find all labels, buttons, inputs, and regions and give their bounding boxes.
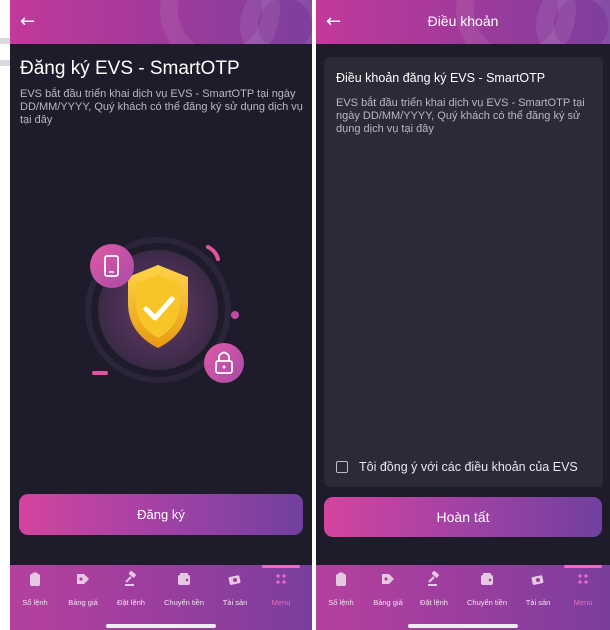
tab-label: Menu xyxy=(271,598,291,607)
tab-label: Sổ lệnh xyxy=(328,598,354,607)
tab-tai-san[interactable]: Tài sản xyxy=(516,565,560,630)
grid-icon xyxy=(276,574,286,584)
tag-icon xyxy=(77,574,89,584)
grid-icon xyxy=(578,574,588,584)
tab-label: Chuyển tiền xyxy=(163,598,205,607)
tab-dat-lenh[interactable]: Đặt lệnh xyxy=(410,565,458,630)
bottom-tab-bar: Sổ lệnh Bảng giá Đặt lệnh Chuyển tiền Tà… xyxy=(316,565,610,630)
active-tab-indicator xyxy=(564,565,602,568)
clipboard-icon xyxy=(336,572,346,586)
back-arrow-icon[interactable]: ← xyxy=(20,11,42,33)
wallet-icon xyxy=(178,573,190,585)
header-title: Điều khoản xyxy=(427,13,499,29)
tab-menu[interactable]: Menu xyxy=(258,565,304,630)
register-button[interactable]: Đăng ký xyxy=(19,494,303,535)
page-title: Đăng ký EVS - SmartOTP xyxy=(20,58,240,79)
active-tab-indicator xyxy=(262,565,300,568)
tab-so-lenh[interactable]: Sổ lệnh xyxy=(10,565,60,630)
tab-chuyen-tien[interactable]: Chuyển tiền xyxy=(458,565,516,630)
phone-icon xyxy=(90,244,134,288)
terms-card: Điều khoản đăng ký EVS - SmartOTP EVS bắ… xyxy=(324,57,603,487)
tab-tai-san[interactable]: Tài sản xyxy=(212,565,258,630)
wallet-icon xyxy=(481,573,493,585)
tab-label: Đặt lệnh xyxy=(117,598,145,607)
terms-screen: ← Điều khoản Điều khoản đăng ký EVS - Sm… xyxy=(316,0,610,630)
gavel-icon xyxy=(125,571,136,586)
app-header: ← xyxy=(10,0,312,44)
intro-text: EVS bắt đầu triển khai dịch vụ EVS - Sma… xyxy=(20,88,303,126)
register-screen: ← Đăng ký EVS - SmartOTP EVS bắt đầu tri… xyxy=(10,0,312,630)
tab-label: Đặt lệnh xyxy=(420,598,448,607)
terms-body: EVS bắt đầu triển khai dịch vụ EVS - Sma… xyxy=(336,97,585,135)
done-button[interactable]: Hoàn tất xyxy=(324,497,602,537)
tag-icon xyxy=(382,574,394,584)
tab-chuyen-tien[interactable]: Chuyển tiền xyxy=(156,565,212,630)
tab-label: Chuyển tiền xyxy=(466,598,508,607)
tab-bang-gia[interactable]: Bảng giá xyxy=(60,565,106,630)
tab-so-lenh[interactable]: Sổ lệnh xyxy=(316,565,366,630)
terms-title: Điều khoản đăng ký EVS - SmartOTP xyxy=(336,71,546,85)
gavel-icon xyxy=(428,571,439,586)
bottom-tab-bar: Sổ lệnh Bảng giá Đặt lệnh Chuyển tiền Tà… xyxy=(10,565,312,630)
tab-menu[interactable]: Menu xyxy=(560,565,606,630)
tab-label: Tài sản xyxy=(222,598,248,607)
tab-label: Sổ lệnh xyxy=(22,598,48,607)
agree-label[interactable]: Tôi đồng ý với các điều khoản của EVS xyxy=(359,460,578,474)
smartotp-illustration xyxy=(85,237,244,383)
home-indicator xyxy=(408,624,518,628)
money-icon xyxy=(531,575,544,585)
agree-checkbox[interactable] xyxy=(336,461,348,473)
clipboard-icon xyxy=(30,572,40,586)
tab-bang-gia[interactable]: Bảng giá xyxy=(366,565,410,630)
tab-dat-lenh[interactable]: Đặt lệnh xyxy=(106,565,156,630)
tab-label: Bảng giá xyxy=(373,598,403,607)
money-icon xyxy=(228,575,241,585)
tab-label: Bảng giá xyxy=(68,598,98,607)
tab-label: Tài sản xyxy=(525,598,551,607)
lock-icon xyxy=(204,343,244,383)
home-indicator xyxy=(106,624,216,628)
tab-label: Menu xyxy=(573,598,593,607)
app-header: ← Điều khoản xyxy=(316,0,610,44)
